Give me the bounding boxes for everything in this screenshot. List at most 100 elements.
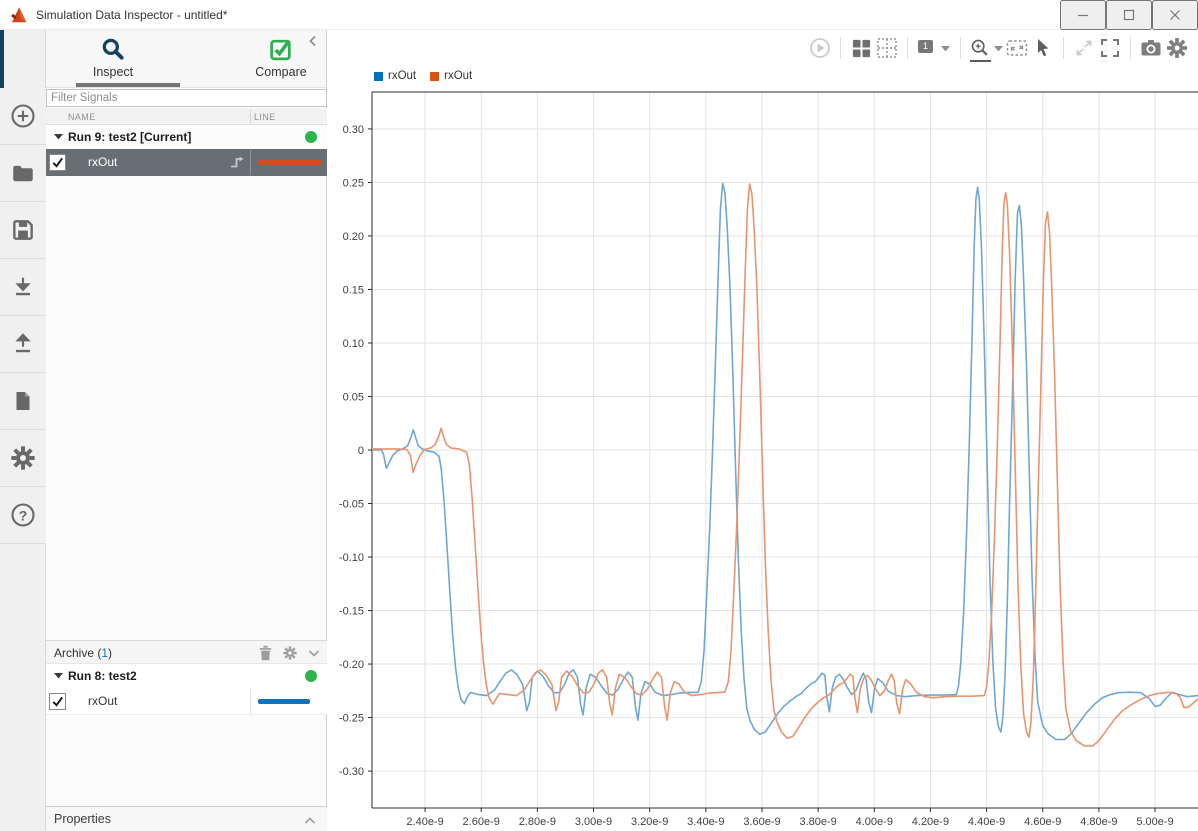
x-tick-label: 2.80e-9 [519, 816, 556, 828]
preferences-button[interactable] [0, 430, 46, 487]
help-button[interactable]: ? [0, 487, 46, 544]
x-tick-label: 3.40e-9 [687, 816, 724, 828]
plot-panel: 1 rxOut rxOut -0.30 -0.25 -0.20 -0.15 -0… [327, 30, 1198, 831]
properties-bar[interactable]: Properties [46, 806, 327, 831]
signals-sidebar: Inspect Compare NAME [46, 30, 327, 831]
subplot-grid-button[interactable] [874, 35, 900, 61]
plot-legend: rxOut rxOut [374, 70, 472, 82]
checkmark-icon [52, 157, 63, 168]
snapshot-button[interactable] [1138, 35, 1164, 61]
signal-checkbox[interactable] [49, 154, 66, 171]
preferences-gear-icon [11, 446, 35, 470]
legend-item: rxOut [374, 70, 416, 82]
caret-down-icon[interactable] [54, 134, 63, 140]
y-tick-label: 0.25 [343, 177, 364, 189]
gear-icon[interactable] [282, 645, 298, 661]
pointer-mode-button[interactable] [1030, 35, 1056, 61]
stairstep-signal-icon [231, 156, 244, 168]
y-tick-label: -0.15 [339, 606, 364, 618]
run-title: Run 8: test2 [68, 669, 137, 683]
signal-name: rxOut [88, 694, 118, 708]
tab-inspect[interactable]: Inspect [54, 34, 172, 79]
dropdown-caret-icon [941, 46, 950, 52]
plot-region[interactable]: rxOut rxOut -0.30 -0.25 -0.20 -0.15 -0.10 -0.0… [327, 66, 1198, 831]
run-row-archived[interactable]: Run 8: test2 [46, 664, 327, 688]
tab-compare-label: Compare [255, 65, 307, 79]
x-tick-label: 4.00e-9 [856, 816, 893, 828]
layout-grid-button[interactable] [848, 35, 874, 61]
dropdown-caret-icon [994, 46, 1003, 52]
maximize-icon [1123, 9, 1135, 21]
y-tick-label: 0.15 [343, 284, 364, 296]
legend-label: rxOut [388, 70, 417, 82]
save-icon [13, 220, 33, 240]
chevron-down-icon[interactable] [307, 646, 321, 660]
collapse-sidebar-button[interactable] [306, 34, 322, 50]
pan-diagonal-button[interactable] [1071, 35, 1097, 61]
fullscreen-icon [1101, 39, 1119, 57]
run-row-current[interactable]: Run 9: test2 [Current] [46, 125, 327, 149]
plot-settings-gear-icon [1167, 38, 1187, 58]
chevron-left-icon [309, 35, 316, 47]
fullscreen-button[interactable] [1097, 35, 1123, 61]
create-report-button[interactable] [0, 373, 46, 430]
close-button[interactable] [1152, 0, 1198, 30]
plot-settings-button[interactable] [1164, 35, 1190, 61]
close-icon [1170, 10, 1180, 20]
signal-trace-0[interactable] [372, 182, 1198, 741]
maximize-button[interactable] [1106, 0, 1152, 30]
y-tick-label: -0.10 [339, 552, 364, 564]
import-icon [15, 277, 31, 296]
signal-checkbox[interactable] [49, 693, 66, 710]
title-bar: Simulation Data Inspector - untitled* [0, 0, 1198, 30]
properties-label: Properties [54, 812, 111, 826]
export-button[interactable] [0, 316, 46, 373]
left-toolbar: ? [0, 30, 46, 831]
green-check-icon [269, 39, 291, 61]
legend-label: rxOut [444, 70, 473, 82]
new-run-button[interactable] [0, 88, 46, 145]
zoom-in-icon [971, 39, 988, 56]
open-button[interactable] [0, 145, 46, 202]
signal-line-swatch [258, 160, 322, 165]
x-tick-label: 3.00e-9 [575, 816, 612, 828]
import-button[interactable] [0, 259, 46, 316]
layout-count-icon: 1 [918, 40, 933, 53]
fit-to-view-button[interactable] [1004, 35, 1030, 61]
x-tick-label: 3.80e-9 [799, 816, 836, 828]
save-button[interactable] [0, 202, 46, 259]
archive-header[interactable]: Archive (1) [46, 640, 327, 664]
zoom-in-button[interactable] [968, 35, 1004, 62]
pan-diagonal-icon [1076, 40, 1092, 56]
magnifier-icon [102, 38, 124, 60]
run-title: Run 9: test2 [Current] [68, 130, 192, 144]
pointer-icon [1038, 39, 1049, 57]
fit-to-view-icon [1006, 40, 1028, 56]
legend-swatch [430, 71, 440, 81]
signal-row-archived[interactable]: rxOut [46, 688, 327, 715]
toolbar-separator [960, 37, 961, 59]
y-tick-label: 0.05 [343, 391, 364, 403]
x-tick-label: 4.60e-9 [1024, 816, 1061, 828]
tab-compare[interactable]: Compare [222, 34, 340, 79]
chevron-up-icon[interactable] [303, 815, 317, 825]
signal-row-selected[interactable]: rxOut [46, 149, 327, 176]
signal-trace-1[interactable] [372, 183, 1198, 747]
signal-chart[interactable]: -0.30 -0.25 -0.20 -0.15 -0.10 -0.05 0 0.05 0.10 0… [327, 66, 1198, 831]
y-tick-label: 0.30 [343, 124, 364, 136]
x-tick-label: 2.40e-9 [406, 816, 443, 828]
signal-line-swatch [258, 699, 310, 704]
minimize-button[interactable] [1060, 0, 1106, 30]
x-tick-label: 4.40e-9 [968, 816, 1005, 828]
minimize-icon [1078, 14, 1088, 17]
help-icon: ? [11, 503, 35, 527]
layout-count-button[interactable]: 1 [915, 35, 953, 61]
folder-open-icon [13, 165, 33, 182]
replay-button[interactable] [807, 35, 833, 61]
caret-down-icon[interactable] [54, 673, 63, 679]
filter-signals-input[interactable] [46, 89, 327, 107]
column-line: LINE [254, 112, 276, 122]
y-tick-label: -0.05 [339, 499, 364, 511]
y-tick-label: 0.10 [343, 338, 364, 350]
trash-icon[interactable] [258, 645, 273, 661]
